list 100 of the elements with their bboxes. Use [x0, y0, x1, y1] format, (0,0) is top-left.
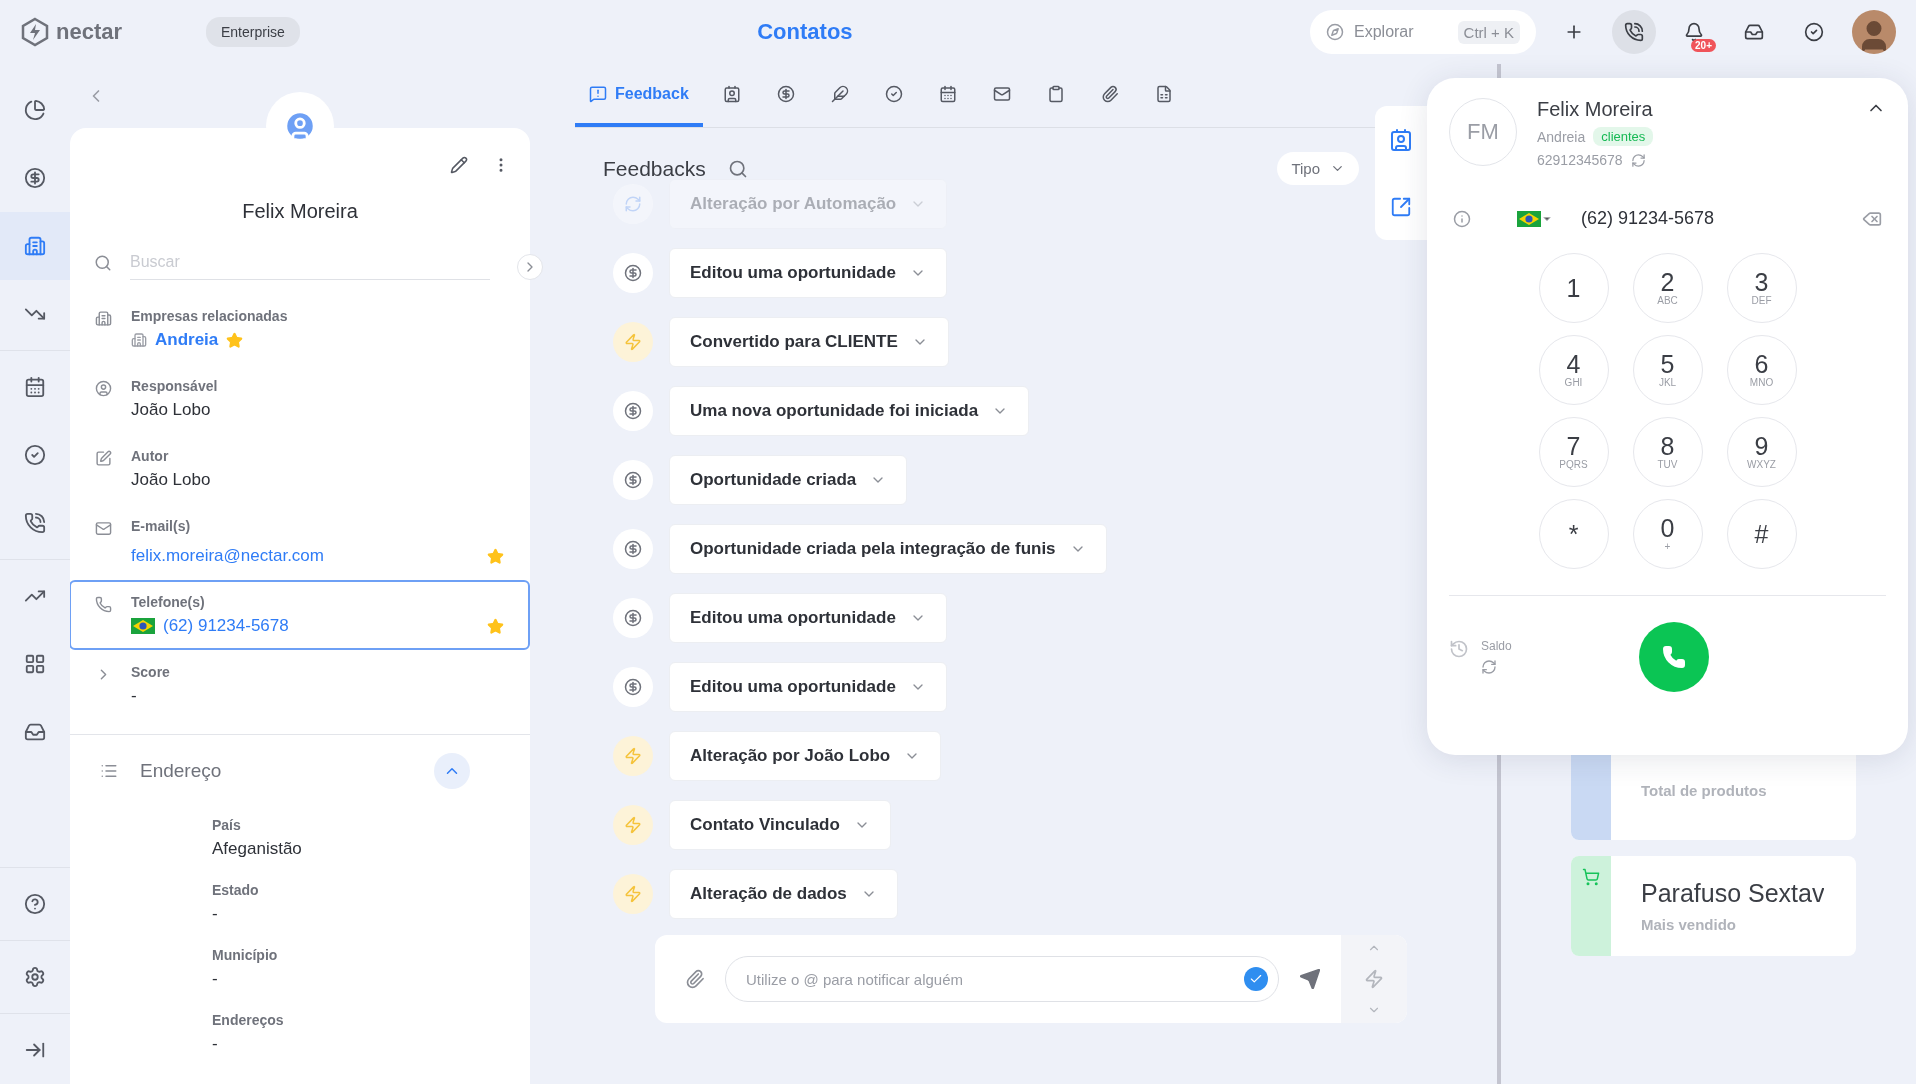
calendar-icon	[938, 84, 957, 103]
dial-key[interactable]: 6 MNO	[1726, 335, 1797, 405]
loading-icon	[1481, 659, 1497, 675]
check-circle-icon	[1804, 22, 1824, 42]
dial-key[interactable]: *	[1538, 499, 1609, 569]
info-icon[interactable]	[1453, 209, 1471, 228]
field-value: -	[212, 969, 219, 989]
email-icon	[95, 520, 112, 537]
dial-key[interactable]: 0 +	[1632, 499, 1703, 569]
send-icon[interactable]	[1299, 968, 1321, 990]
dollar-icon	[613, 391, 653, 431]
feather-icon	[830, 84, 849, 103]
clipboard-icon	[1046, 84, 1065, 103]
dial-key[interactable]: 9 WXYZ	[1726, 417, 1797, 487]
list-icon	[100, 762, 118, 780]
cart-icon	[1582, 868, 1600, 886]
attach-icon[interactable]	[685, 969, 705, 989]
feedback-item[interactable]: Alteração por João Lobo	[669, 731, 942, 781]
caller-name: Felix Moreira	[1537, 98, 1654, 121]
search-icon[interactable]	[727, 158, 748, 179]
feed-title: Feedbacks	[603, 156, 706, 181]
contact-card-icon[interactable]	[1389, 128, 1413, 152]
star-icon[interactable]	[487, 547, 504, 565]
help-icon	[24, 893, 46, 915]
feedback-item[interactable]: Oportunidade criada pela integração de funis	[669, 524, 1107, 574]
product-label: Total de produtos	[1641, 781, 1767, 799]
dial-key[interactable]: #	[1726, 499, 1797, 569]
bolt-icon	[613, 322, 653, 362]
brazil-flag-icon	[131, 618, 155, 634]
dollar-icon	[613, 529, 653, 569]
feedback-item[interactable]: Oportunidade criada	[669, 455, 908, 505]
field-label: Empresas relacionadas	[131, 308, 289, 324]
bolt-icon[interactable]	[1364, 969, 1384, 989]
section-title: Endereço	[140, 760, 223, 782]
bolt-icon	[613, 874, 653, 914]
phone-number: 62912345678	[1537, 152, 1623, 168]
field-value: -	[212, 904, 219, 924]
edit-icon[interactable]	[450, 156, 468, 174]
company-link[interactable]: Andreia	[155, 330, 219, 350]
check-circle-icon	[884, 84, 903, 103]
building-icon	[131, 332, 147, 348]
company-name: Andreia	[1537, 128, 1586, 145]
dial-key[interactable]: 2 ABC	[1632, 253, 1703, 323]
bolt-icon	[613, 736, 653, 776]
phone-button[interactable]	[1612, 10, 1656, 54]
feedback-item[interactable]: Uma nova oportunidade foi iniciada	[669, 386, 1030, 436]
phone-icon	[1624, 22, 1644, 42]
feedback-item[interactable]: Editou uma oportunidade	[669, 662, 947, 712]
dial-field[interactable]: (62) 91234-5678	[1581, 208, 1862, 229]
dial-key[interactable]: 3 DEF	[1726, 253, 1797, 323]
field-label: Estado	[212, 882, 260, 898]
field-label: País	[212, 817, 242, 833]
field-label: Responsável	[131, 378, 219, 394]
calendar-icon	[24, 376, 46, 398]
star-icon[interactable]	[487, 617, 504, 635]
dollar-icon	[613, 253, 653, 293]
star-icon[interactable]	[226, 331, 244, 349]
grid-icon	[24, 653, 46, 675]
dial-key[interactable]: 5 JKL	[1632, 335, 1703, 405]
field-value: João Lobo	[131, 470, 211, 490]
dial-key[interactable]: 8 TUV	[1632, 417, 1703, 487]
field-label: E-mail(s)	[131, 518, 192, 534]
field-value: -	[212, 1034, 219, 1054]
field-label: Endereços	[212, 1012, 285, 1028]
client-tag: clientes	[1593, 127, 1654, 146]
user-avatar[interactable]	[1852, 10, 1896, 54]
bell-icon	[1684, 22, 1704, 42]
refresh-icon[interactable]	[1630, 152, 1646, 168]
brand-name: nectar	[56, 19, 123, 45]
settings-icon	[24, 966, 46, 988]
balance-label: Saldo	[1481, 639, 1512, 653]
phone-link[interactable]: (62) 91234-5678	[163, 616, 289, 636]
dial-key[interactable]: 1	[1538, 253, 1609, 323]
external-link-icon[interactable]	[1390, 196, 1412, 218]
type-filter[interactable]: Tipo	[1277, 152, 1359, 185]
dollar-icon	[613, 460, 653, 500]
dial-key[interactable]: 7 PQRS	[1538, 417, 1609, 487]
feedback-item[interactable]: Contato Vinculado	[669, 800, 891, 850]
nav-button[interactable]	[0, 212, 70, 280]
product-title: Parafuso Sextav	[1641, 879, 1825, 908]
phone-icon	[1662, 645, 1686, 669]
refresh-icon	[613, 184, 653, 224]
email-link[interactable]: felix.moreira@nectar.com	[131, 546, 324, 566]
inbox-icon	[1744, 22, 1764, 42]
logo-icon	[20, 17, 50, 47]
feedback-item[interactable]: Editou uma oportunidade	[669, 593, 947, 643]
contact-card-icon	[722, 84, 741, 103]
spreadsheet-icon	[1154, 84, 1173, 103]
feedback-item[interactable]: Convertido para CLIENTE	[669, 317, 949, 367]
comment-input[interactable]: Utilize o @ para notificar alguém	[744, 969, 1244, 989]
field-label: Telefone(s)	[131, 594, 206, 610]
page-title: Contatos	[756, 19, 854, 45]
feedback-item[interactable]: Alteração de dados	[669, 869, 898, 919]
alert-message-icon	[589, 84, 607, 103]
field-label: Autor	[131, 448, 170, 464]
notification-count: 20+	[1691, 39, 1716, 52]
contact-name: Felix Moreira	[241, 200, 359, 223]
dial-key[interactable]: 4 GHI	[1538, 335, 1609, 405]
feedback-item[interactable]: Editou uma oportunidade	[669, 248, 947, 298]
mail-icon	[992, 84, 1011, 103]
